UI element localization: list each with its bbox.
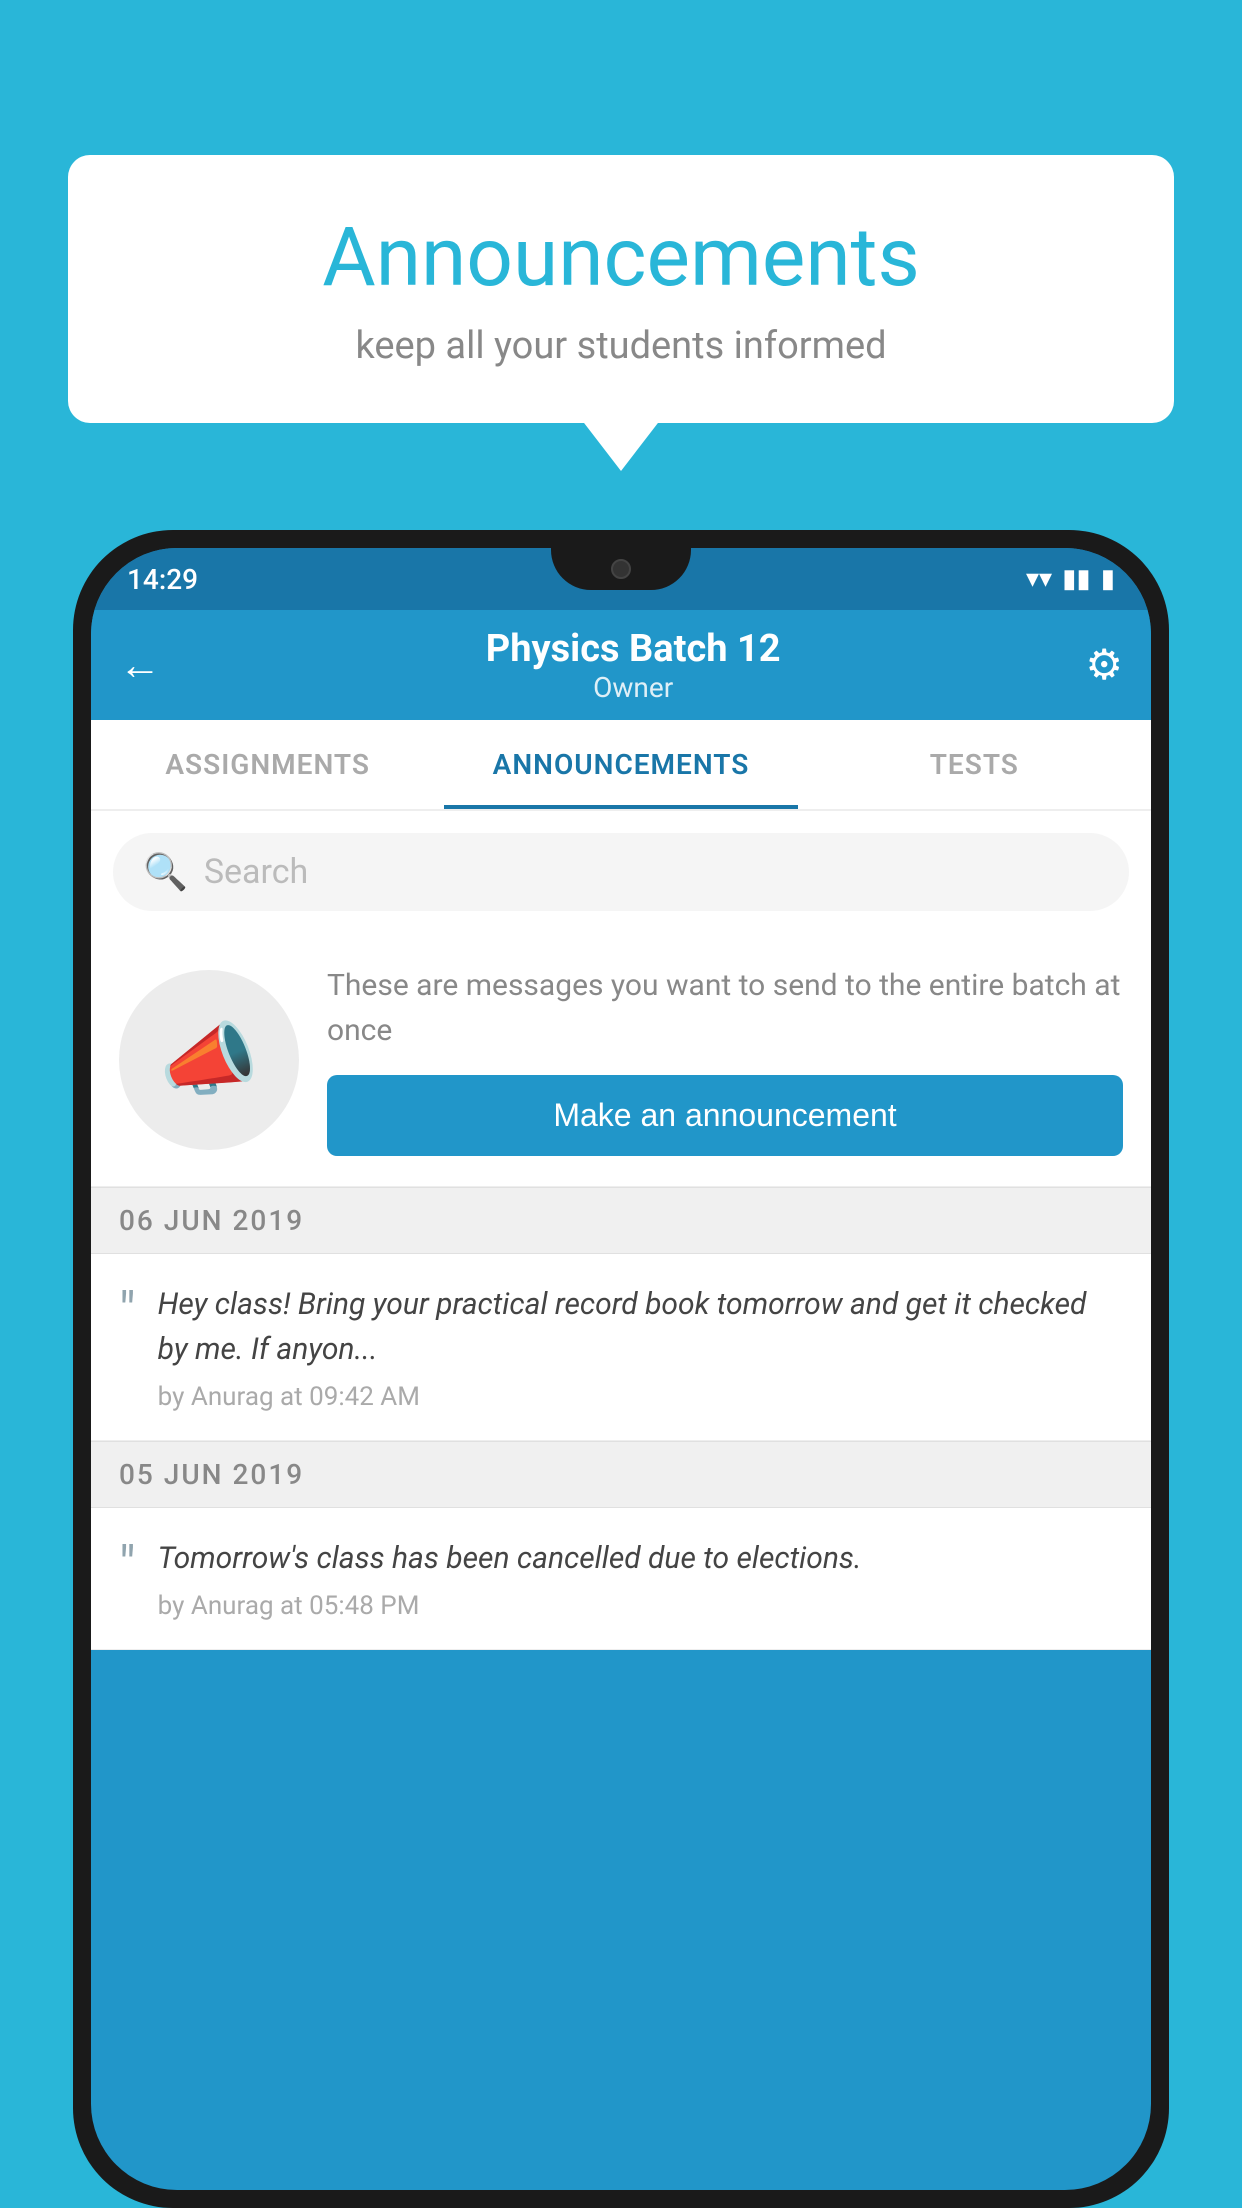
announcement-content-2: Tomorrow's class has been cancelled due … <box>158 1536 1123 1621</box>
notch <box>551 548 691 590</box>
quote-icon-2: " <box>119 1540 136 1592</box>
settings-icon[interactable]: ⚙ <box>1085 640 1123 690</box>
date-header-2: 05 JUN 2019 <box>91 1441 1151 1508</box>
search-icon: 🔍 <box>143 851 188 893</box>
promo-icon-circle: 📣 <box>119 970 299 1150</box>
app-bar-title-section: Physics Batch 12 Owner <box>181 627 1085 704</box>
announcement-item-2[interactable]: " Tomorrow's class has been cancelled du… <box>91 1508 1151 1650</box>
phone-screen: 14:29 ▾▾ ▮▮ ▮ ← Physics Batch 12 Owner ⚙ <box>91 548 1151 2190</box>
announcement-message-1: Hey class! Bring your practical record b… <box>158 1282 1123 1372</box>
tab-assignments[interactable]: ASSIGNMENTS <box>91 720 444 809</box>
wifi-icon: ▾▾ <box>1026 564 1052 594</box>
announcement-meta-1: by Anurag at 09:42 AM <box>158 1382 1123 1412</box>
status-icons: ▾▾ ▮▮ ▮ <box>1026 564 1115 594</box>
quote-icon-1: " <box>119 1286 136 1338</box>
app-bar: ← Physics Batch 12 Owner ⚙ <box>91 610 1151 720</box>
announcement-message-2: Tomorrow's class has been cancelled due … <box>158 1536 1123 1581</box>
tab-announcements[interactable]: ANNOUNCEMENTS <box>444 720 797 809</box>
status-bar: 14:29 ▾▾ ▮▮ ▮ <box>91 548 1151 610</box>
speech-bubble: Announcements keep all your students inf… <box>68 155 1174 423</box>
promo-description: These are messages you want to send to t… <box>327 963 1123 1053</box>
announcement-content-1: Hey class! Bring your practical record b… <box>158 1282 1123 1412</box>
speech-bubble-section: Announcements keep all your students inf… <box>68 155 1174 423</box>
signal-icon: ▮▮ <box>1062 564 1091 594</box>
announcement-meta-2: by Anurag at 05:48 PM <box>158 1591 1123 1621</box>
app-bar-title: Physics Batch 12 <box>181 627 1085 671</box>
bubble-subtitle: keep all your students informed <box>128 324 1114 368</box>
camera-notch <box>611 559 631 579</box>
content-area: 🔍 Search 📣 These are messages you want t… <box>91 811 1151 1650</box>
megaphone-icon: 📣 <box>159 1013 259 1107</box>
promo-right: These are messages you want to send to t… <box>327 963 1123 1156</box>
search-placeholder: Search <box>204 852 308 892</box>
tab-tests[interactable]: TESTS <box>798 720 1151 809</box>
bubble-title: Announcements <box>128 210 1114 306</box>
back-button[interactable]: ← <box>119 641 161 690</box>
make-announcement-button[interactable]: Make an announcement <box>327 1075 1123 1156</box>
announcement-item-1[interactable]: " Hey class! Bring your practical record… <box>91 1254 1151 1441</box>
promo-section: 📣 These are messages you want to send to… <box>91 933 1151 1187</box>
search-bar[interactable]: 🔍 Search <box>113 833 1129 911</box>
tabs-bar: ASSIGNMENTS ANNOUNCEMENTS TESTS <box>91 720 1151 811</box>
phone-outer: 14:29 ▾▾ ▮▮ ▮ ← Physics Batch 12 Owner ⚙ <box>73 530 1169 2208</box>
app-bar-subtitle: Owner <box>181 671 1085 704</box>
phone-mockup: 14:29 ▾▾ ▮▮ ▮ ← Physics Batch 12 Owner ⚙ <box>73 530 1169 2208</box>
battery-icon: ▮ <box>1101 564 1115 594</box>
date-header-1: 06 JUN 2019 <box>91 1187 1151 1254</box>
status-time: 14:29 <box>127 563 198 596</box>
